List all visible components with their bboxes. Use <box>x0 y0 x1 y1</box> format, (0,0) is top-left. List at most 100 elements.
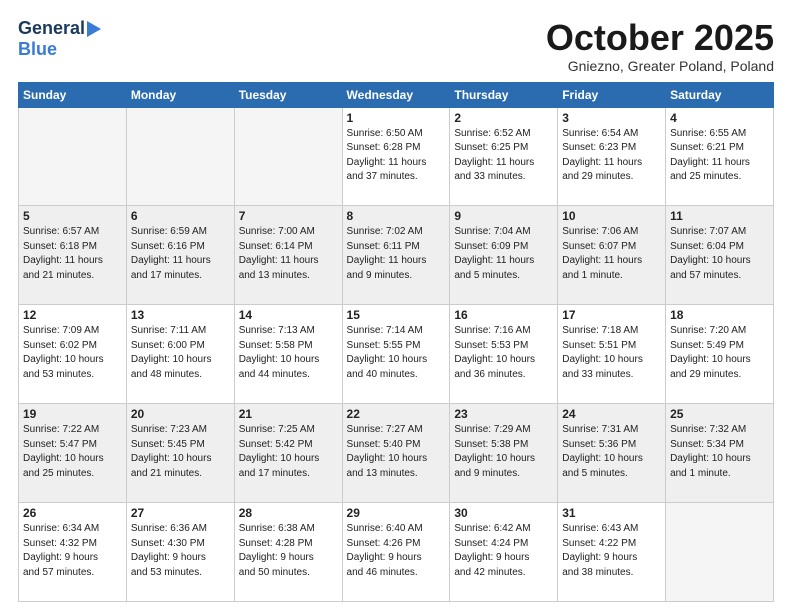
day-info: Sunrise: 6:34 AM Sunset: 4:32 PM Dayligh… <box>23 522 122 580</box>
day-cell: 9Sunrise: 7:04 AM Sunset: 6:09 PM Daylig… <box>450 206 558 305</box>
day-cell: 29Sunrise: 6:40 AM Sunset: 4:26 PM Dayli… <box>342 503 450 602</box>
day-info: Sunrise: 7:31 AM Sunset: 5:36 PM Dayligh… <box>562 423 661 481</box>
week-row-2: 5Sunrise: 6:57 AM Sunset: 6:18 PM Daylig… <box>19 206 774 305</box>
day-number: 18 <box>670 308 769 322</box>
day-header-tuesday: Tuesday <box>234 82 342 107</box>
day-number: 20 <box>131 407 230 421</box>
day-cell: 5Sunrise: 6:57 AM Sunset: 6:18 PM Daylig… <box>19 206 127 305</box>
day-info: Sunrise: 7:16 AM Sunset: 5:53 PM Dayligh… <box>454 324 553 382</box>
day-cell: 21 Sunrise: 7:25 AM Sunset: 5:42 PM Dayli… <box>234 404 342 503</box>
day-cell: 1 Sunrise: 6:50 AM Sunset: 6:28 PM Daylig… <box>342 107 450 206</box>
day-number: 24 <box>562 407 661 421</box>
day-info: Sunrise: 6:42 AM Sunset: 4:24 PM Dayligh… <box>454 522 553 580</box>
day-cell: 4 Sunrise: 6:55 AM Sunset: 6:21 PM Daylig… <box>666 107 774 206</box>
day-info: Sunrise: 7:32 AM Sunset: 5:34 PM Dayligh… <box>670 423 769 481</box>
day-cell: 23 Sunrise: 7:29 AM Sunset: 5:38 PM Dayli… <box>450 404 558 503</box>
day-cell: 27 Sunrise: 6:36 AM Sunset: 4:30 PM Dayli… <box>126 503 234 602</box>
day-cell: 30 Sunrise: 6:42 AM Sunset: 4:24 PM Dayli… <box>450 503 558 602</box>
day-info: Sunrise: 7:07 AM Sunset: 6:04 PM Dayligh… <box>670 225 769 283</box>
day-cell: 28Sunrise: 6:38 AM Sunset: 4:28 PM Dayli… <box>234 503 342 602</box>
day-cell: 11Sunrise: 7:07 AM Sunset: 6:04 PM Dayli… <box>666 206 774 305</box>
day-info: Sunrise: 6:36 AM Sunset: 4:30 PM Dayligh… <box>131 522 230 580</box>
week-row-5: 26 Sunrise: 6:34 AM Sunset: 4:32 PM Dayli… <box>19 503 774 602</box>
day-header-wednesday: Wednesday <box>342 82 450 107</box>
title-area: October 2025 Gniezno, Greater Poland, Po… <box>546 18 774 74</box>
day-number: 10 <box>562 209 661 223</box>
day-cell <box>19 107 127 206</box>
day-cell: 8 Sunrise: 7:02 AM Sunset: 6:11 PM Daylig… <box>342 206 450 305</box>
logo-blue: Blue <box>18 39 57 60</box>
day-info: Sunrise: 6:50 AM Sunset: 6:28 PM Dayligh… <box>347 127 446 185</box>
logo: General Blue <box>18 18 101 60</box>
day-number: 6 <box>131 209 230 223</box>
page: General Blue October 2025 Gniezno, Great… <box>0 0 792 612</box>
day-number: 30 <box>454 506 553 520</box>
day-number: 16 <box>454 308 553 322</box>
day-info: Sunrise: 7:13 AM Sunset: 5:58 PM Dayligh… <box>239 324 338 382</box>
day-cell: 22Sunrise: 7:27 AM Sunset: 5:40 PM Dayli… <box>342 404 450 503</box>
day-number: 8 <box>347 209 446 223</box>
day-number: 21 <box>239 407 338 421</box>
day-number: 31 <box>562 506 661 520</box>
day-number: 19 <box>23 407 122 421</box>
day-number: 27 <box>131 506 230 520</box>
day-info: Sunrise: 6:59 AM Sunset: 6:16 PM Dayligh… <box>131 225 230 283</box>
day-cell: 14 Sunrise: 7:13 AM Sunset: 5:58 PM Dayli… <box>234 305 342 404</box>
day-info: Sunrise: 6:43 AM Sunset: 4:22 PM Dayligh… <box>562 522 661 580</box>
day-info: Sunrise: 7:06 AM Sunset: 6:07 PM Dayligh… <box>562 225 661 283</box>
day-info: Sunrise: 6:55 AM Sunset: 6:21 PM Dayligh… <box>670 127 769 185</box>
day-number: 3 <box>562 111 661 125</box>
day-info: Sunrise: 7:22 AM Sunset: 5:47 PM Dayligh… <box>23 423 122 481</box>
day-number: 26 <box>23 506 122 520</box>
day-cell: 17 Sunrise: 7:18 AM Sunset: 5:51 PM Dayli… <box>558 305 666 404</box>
day-cell <box>666 503 774 602</box>
day-info: Sunrise: 6:57 AM Sunset: 6:18 PM Dayligh… <box>23 225 122 283</box>
day-info: Sunrise: 6:38 AM Sunset: 4:28 PM Dayligh… <box>239 522 338 580</box>
day-info: Sunrise: 7:00 AM Sunset: 6:14 PM Dayligh… <box>239 225 338 283</box>
day-info: Sunrise: 7:23 AM Sunset: 5:45 PM Dayligh… <box>131 423 230 481</box>
day-cell <box>126 107 234 206</box>
day-cell: 13Sunrise: 7:11 AM Sunset: 6:00 PM Dayli… <box>126 305 234 404</box>
day-cell: 12 Sunrise: 7:09 AM Sunset: 6:02 PM Dayli… <box>19 305 127 404</box>
day-cell: 15Sunrise: 7:14 AM Sunset: 5:55 PM Dayli… <box>342 305 450 404</box>
day-number: 12 <box>23 308 122 322</box>
week-row-4: 19 Sunrise: 7:22 AM Sunset: 5:47 PM Dayli… <box>19 404 774 503</box>
day-cell: 26 Sunrise: 6:34 AM Sunset: 4:32 PM Dayli… <box>19 503 127 602</box>
day-cell: 31 Sunrise: 6:43 AM Sunset: 4:22 PM Dayli… <box>558 503 666 602</box>
day-cell: 25 Sunrise: 7:32 AM Sunset: 5:34 PM Dayli… <box>666 404 774 503</box>
day-number: 9 <box>454 209 553 223</box>
day-cell: 10 Sunrise: 7:06 AM Sunset: 6:07 PM Dayli… <box>558 206 666 305</box>
day-number: 25 <box>670 407 769 421</box>
day-cell: 7Sunrise: 7:00 AM Sunset: 6:14 PM Daylig… <box>234 206 342 305</box>
day-number: 14 <box>239 308 338 322</box>
day-cell: 6 Sunrise: 6:59 AM Sunset: 6:16 PM Daylig… <box>126 206 234 305</box>
day-info: Sunrise: 7:11 AM Sunset: 6:00 PM Dayligh… <box>131 324 230 382</box>
day-number: 29 <box>347 506 446 520</box>
day-cell <box>234 107 342 206</box>
day-cell: 20 Sunrise: 7:23 AM Sunset: 5:45 PM Dayli… <box>126 404 234 503</box>
day-number: 4 <box>670 111 769 125</box>
day-cell: 24 Sunrise: 7:31 AM Sunset: 5:36 PM Dayli… <box>558 404 666 503</box>
day-cell: 2 Sunrise: 6:52 AM Sunset: 6:25 PM Daylig… <box>450 107 558 206</box>
day-cell: 16 Sunrise: 7:16 AM Sunset: 5:53 PM Dayli… <box>450 305 558 404</box>
week-row-3: 12 Sunrise: 7:09 AM Sunset: 6:02 PM Dayli… <box>19 305 774 404</box>
day-header-monday: Monday <box>126 82 234 107</box>
day-info: Sunrise: 7:20 AM Sunset: 5:49 PM Dayligh… <box>670 324 769 382</box>
logo-text: General <box>18 18 85 39</box>
day-number: 17 <box>562 308 661 322</box>
calendar-table: SundayMondayTuesdayWednesdayThursdayFrid… <box>18 82 774 602</box>
day-number: 23 <box>454 407 553 421</box>
day-number: 1 <box>347 111 446 125</box>
day-info: Sunrise: 6:52 AM Sunset: 6:25 PM Dayligh… <box>454 127 553 185</box>
day-header-saturday: Saturday <box>666 82 774 107</box>
day-info: Sunrise: 7:09 AM Sunset: 6:02 PM Dayligh… <box>23 324 122 382</box>
day-info: Sunrise: 7:25 AM Sunset: 5:42 PM Dayligh… <box>239 423 338 481</box>
day-info: Sunrise: 6:54 AM Sunset: 6:23 PM Dayligh… <box>562 127 661 185</box>
day-info: Sunrise: 7:18 AM Sunset: 5:51 PM Dayligh… <box>562 324 661 382</box>
day-info: Sunrise: 7:29 AM Sunset: 5:38 PM Dayligh… <box>454 423 553 481</box>
location: Gniezno, Greater Poland, Poland <box>546 58 774 74</box>
day-info: Sunrise: 7:02 AM Sunset: 6:11 PM Dayligh… <box>347 225 446 283</box>
day-header-thursday: Thursday <box>450 82 558 107</box>
day-cell: 3 Sunrise: 6:54 AM Sunset: 6:23 PM Daylig… <box>558 107 666 206</box>
day-number: 2 <box>454 111 553 125</box>
